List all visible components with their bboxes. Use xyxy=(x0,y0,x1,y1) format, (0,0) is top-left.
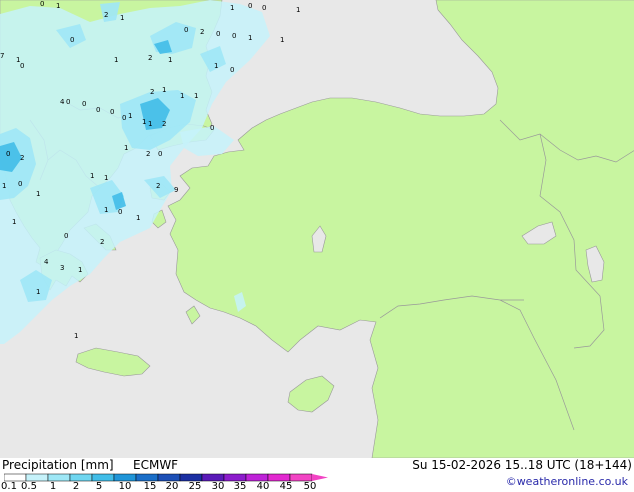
point-value: 1 xyxy=(194,92,198,100)
point-value: 1 xyxy=(128,112,132,120)
color-scale-swatch xyxy=(47,473,71,482)
point-value: 0 xyxy=(230,66,234,74)
point-value: 0 xyxy=(262,4,266,12)
point-value: 0 xyxy=(110,108,114,116)
point-value: 1 xyxy=(248,34,252,42)
point-value: 0 xyxy=(122,114,126,122)
scale-tick-label: 15 xyxy=(143,481,157,492)
point-value: 1 xyxy=(36,190,40,198)
scale-tick-label: 25 xyxy=(188,481,202,492)
scale-tick-label: 35 xyxy=(233,481,247,492)
point-value: 1 xyxy=(120,14,124,22)
point-value: 1 xyxy=(56,2,60,10)
point-value: 1 xyxy=(162,86,166,94)
point-value: 1 xyxy=(168,56,172,64)
color-scale-swatch xyxy=(69,473,93,482)
color-scale-swatch xyxy=(113,473,137,482)
point-value: 1 xyxy=(230,4,234,12)
color-scale-swatch xyxy=(4,473,27,482)
point-value: 3 xyxy=(60,264,64,272)
point-value: 0 xyxy=(40,0,44,8)
point-value: 1 xyxy=(74,332,78,340)
point-value: 1 xyxy=(124,144,128,152)
point-value: 1 xyxy=(136,214,140,222)
point-value: 0 xyxy=(248,2,252,10)
legend-label: Precipitation [mm] xyxy=(2,458,114,472)
point-value: 0 xyxy=(96,106,100,114)
point-value: 0 xyxy=(184,26,188,34)
point-value: 9 xyxy=(174,186,178,194)
point-value: 1 xyxy=(36,288,40,296)
point-value: 1 xyxy=(104,206,108,214)
point-value: 1 xyxy=(180,92,184,100)
scale-tick-label: 0.5 xyxy=(21,481,37,492)
point-value: 1 xyxy=(296,6,300,14)
color-scale-swatch xyxy=(267,473,291,482)
point-value: 1 xyxy=(280,36,284,44)
scale-tick-label: 0.1 xyxy=(1,481,17,492)
point-value: 1 xyxy=(104,174,108,182)
point-value: 0 xyxy=(6,150,10,158)
point-value: 2 xyxy=(148,54,152,62)
point-value: 2 xyxy=(104,11,108,19)
scale-tick-label: 5 xyxy=(95,481,103,492)
color-scale-swatch xyxy=(179,473,203,482)
point-value: 0 xyxy=(64,232,68,240)
point-value: 0 xyxy=(82,100,86,108)
copyright-link[interactable]: ©weatheronline.co.uk xyxy=(506,475,628,488)
point-value: 1 xyxy=(142,118,146,126)
color-scale-swatch xyxy=(289,473,313,482)
color-scale-swatch xyxy=(201,473,225,482)
scale-tick-label: 2 xyxy=(72,481,80,492)
map-footer: Precipitation [mm] ECMWF Su 15-02-2026 1… xyxy=(0,458,634,492)
color-scale-swatch xyxy=(245,473,269,482)
point-value: 2 xyxy=(150,88,154,96)
point-value: 1 xyxy=(2,182,6,190)
color-scale-swatch xyxy=(223,473,247,482)
point-value: 0 xyxy=(70,36,74,44)
point-value: 2 xyxy=(156,182,160,190)
point-value: 0 xyxy=(216,30,220,38)
point-value: 4 xyxy=(60,98,65,106)
point-value: 2 xyxy=(100,238,104,246)
point-value: 0 xyxy=(210,124,214,132)
scale-tick-label: 40 xyxy=(256,481,270,492)
valid-time: Su 15-02-2026 15..18 UTC (18+144) xyxy=(412,458,632,472)
precipitation-map: 0 127 1001121 0 0 12 11 00 0 0 1 12 11 14 00 00 11 1 212 00… xyxy=(0,0,634,458)
point-value: 2 xyxy=(146,150,150,158)
point-value: 1 xyxy=(148,120,152,128)
point-value: 2 xyxy=(200,28,204,36)
scale-tick-label: 1 xyxy=(49,481,57,492)
color-scale-swatch xyxy=(25,473,49,482)
point-value: 1 xyxy=(114,56,118,64)
point-value: 2 xyxy=(20,154,24,162)
scale-tick-label: 30 xyxy=(211,481,225,492)
point-value: 0 xyxy=(158,150,162,158)
point-value: 0 xyxy=(20,62,24,70)
scale-tick-label: 50 xyxy=(303,481,317,492)
point-value: 1 xyxy=(214,62,218,70)
color-scale-swatch xyxy=(135,473,159,482)
model-name: ECMWF xyxy=(133,458,179,472)
color-scale-swatch xyxy=(157,473,181,482)
point-value: 2 xyxy=(162,120,166,128)
scale-tick-label: 20 xyxy=(165,481,179,492)
color-scale-arrow xyxy=(312,474,328,481)
point-value: 1 xyxy=(12,218,16,226)
point-value: 0 xyxy=(232,32,236,40)
point-value: 1 xyxy=(78,266,82,274)
scale-tick-label: 45 xyxy=(279,481,293,492)
point-value: 0 xyxy=(118,208,122,216)
point-value: 1 xyxy=(90,172,94,180)
point-value: 0 xyxy=(18,180,22,188)
scale-tick-label: 10 xyxy=(118,481,132,492)
point-value: 7 xyxy=(0,52,4,60)
point-value: 4 xyxy=(44,258,49,266)
color-scale-swatch xyxy=(91,473,115,482)
point-value: 0 xyxy=(66,98,70,106)
